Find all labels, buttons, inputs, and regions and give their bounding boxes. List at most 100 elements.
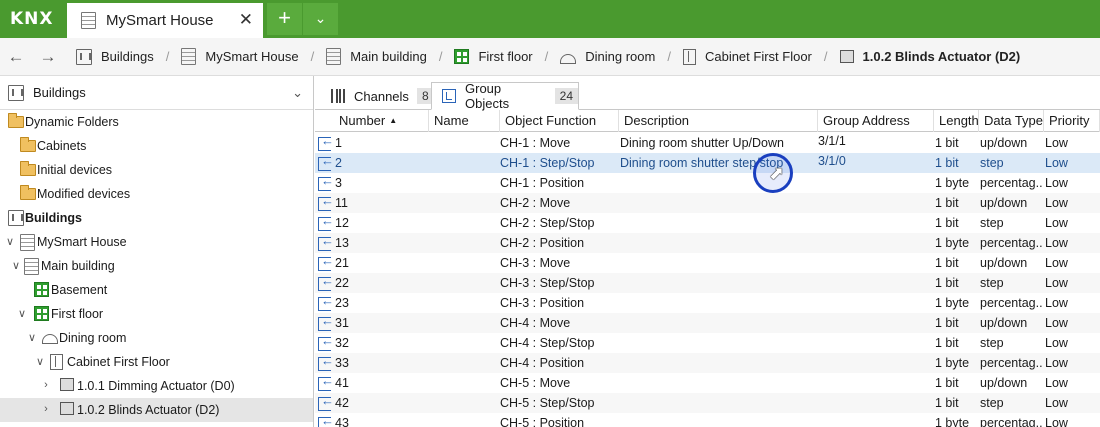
column-header-priority[interactable]: Priority	[1044, 110, 1100, 132]
cell-function: CH-2 : Move	[500, 196, 571, 210]
chevron-down-icon[interactable]: ∨	[34, 355, 46, 368]
mouse-pointer-icon: ⬈	[769, 163, 785, 183]
chevron-down-icon[interactable]: ∨	[16, 307, 28, 320]
close-icon[interactable]: ✕	[239, 10, 253, 30]
cell-description	[620, 353, 810, 373]
title-bar: KNX MySmart House ✕ + ⌄	[0, 0, 1100, 38]
details-panel: Channels 8 Group Objects 24 Number ▲ Name Obje…	[315, 76, 1100, 427]
table-row[interactable]: 43 CH-5 : Position 1 byte percentag...Low	[315, 413, 1100, 427]
tree-item[interactable]: › 1.0.2 Blinds Actuator (D2)	[0, 398, 313, 422]
cell-name	[430, 233, 495, 253]
breadcrumb-item[interactable]: Main building	[326, 48, 427, 65]
breadcrumb-item[interactable]: First floor	[454, 49, 533, 64]
device-icon	[839, 50, 854, 63]
tab-label: Channels	[354, 88, 409, 104]
group-object-icon	[318, 133, 334, 151]
cell-datatype: step	[980, 336, 1004, 350]
floor-icon	[34, 282, 49, 297]
knx-logo: KNX	[10, 9, 54, 29]
column-header-group-address[interactable]: Group Address	[818, 110, 934, 132]
cell-number: 32	[335, 336, 349, 350]
tab-group-objects[interactable]: Group Objects 24	[431, 81, 579, 111]
cell-name	[430, 213, 495, 233]
tree-item-label: MySmart House	[37, 235, 127, 249]
table-row[interactable]: 31 CH-4 : Move 1 bit up/down Low	[315, 313, 1100, 333]
breadcrumb-item[interactable]: 1.0.2 Blinds Actuator (D2)	[839, 49, 1020, 64]
tree-item[interactable]: Basement	[0, 278, 313, 302]
table-row[interactable]: 11 CH-2 : Move 1 bit up/down Low	[315, 193, 1100, 213]
folder-icon	[20, 137, 36, 152]
tree-item[interactable]: Modified devices	[0, 182, 313, 206]
column-header-description[interactable]: Description	[619, 110, 818, 132]
table-row[interactable]: 41 CH-5 : Move 1 bit up/down Low	[315, 373, 1100, 393]
table-row[interactable]: 42 CH-5 : Step/Stop 1 bit step Low	[315, 393, 1100, 413]
cell-priority: Low	[1045, 336, 1068, 350]
tree-item[interactable]: ∨ First floor	[0, 302, 313, 326]
chevron-down-icon[interactable]: ⌄	[292, 85, 303, 101]
column-header-name[interactable]: Name	[429, 110, 500, 132]
cell-address	[818, 211, 928, 231]
chevron-down-icon[interactable]: ⌄	[303, 3, 338, 35]
breadcrumb-item[interactable]: MySmart House	[181, 48, 299, 65]
tree-item[interactable]: ∨ Cabinet First Floor	[0, 350, 313, 374]
column-header-data-type[interactable]: Data Type	[979, 110, 1044, 132]
cell-name	[430, 373, 495, 393]
cell-address	[818, 231, 928, 251]
cell-number: 12	[335, 216, 349, 230]
table-row[interactable]: 32 CH-4 : Step/Stop 1 bit step Low	[315, 333, 1100, 353]
table-row[interactable]: 3 CH-1 : Position 1 byte percentag...Low	[315, 173, 1100, 193]
forward-arrow-icon[interactable]: →	[32, 47, 64, 67]
table-row[interactable]: 12 CH-2 : Step/Stop 1 bit step Low	[315, 213, 1100, 233]
tree-item-label: Main building	[41, 259, 115, 273]
table-row[interactable]: 21 CH-3 : Move 1 bit up/down Low	[315, 253, 1100, 273]
chevron-down-icon[interactable]: ∨	[10, 259, 22, 272]
cell-length: 1 bit	[935, 196, 959, 210]
tree-item[interactable]: › 1.0.1 Dimming Actuator (D0)	[0, 374, 313, 398]
cell-length: 1 bit	[935, 376, 959, 390]
table-row[interactable]: 22 CH-3 : Step/Stop 1 bit step Low	[315, 273, 1100, 293]
table-row[interactable]: 33 CH-4 : Position 1 byte percentag...Low	[315, 353, 1100, 373]
cell-number: 43	[335, 416, 349, 427]
cell-address	[818, 251, 928, 271]
tree-item[interactable]: Cabinets	[0, 134, 313, 158]
tree-item[interactable]: Dynamic Folders	[0, 110, 313, 134]
cell-address	[818, 411, 928, 427]
add-tab-button[interactable]: +	[267, 3, 302, 35]
cell-datatype: up/down	[980, 136, 1028, 150]
cell-number: 42	[335, 396, 349, 410]
chevron-right-icon[interactable]: ›	[40, 403, 52, 415]
breadcrumb-item[interactable]: Dining room	[560, 49, 655, 64]
tree-item-label: Modified devices	[37, 187, 131, 201]
tree-item[interactable]: Initial devices	[0, 158, 313, 182]
tree-item[interactable]: ∨ Dining room	[0, 326, 313, 350]
tree-item[interactable]: Buildings	[0, 206, 313, 230]
chevron-down-icon[interactable]: ∨	[4, 235, 16, 248]
table-row[interactable]: 23 CH-3 : Position 1 byte percentag...Low	[315, 293, 1100, 313]
column-header-length[interactable]: Length	[934, 110, 979, 132]
column-header-number[interactable]: Number ▲	[334, 110, 429, 132]
cell-length: 1 bit	[935, 216, 959, 230]
tree-item-label: Buildings	[25, 211, 82, 225]
back-arrow-icon[interactable]: ←	[0, 47, 32, 67]
chevron-right-icon[interactable]: ›	[40, 379, 52, 391]
chevron-down-icon[interactable]: ∨	[26, 331, 38, 344]
group-object-icon	[318, 193, 334, 211]
panel-view-selector[interactable]: Buildings ⌄	[0, 76, 313, 110]
column-header-label: Description	[624, 113, 690, 128]
column-header-object-function[interactable]: Object Function	[500, 110, 619, 132]
tree-item-label: Cabinets	[37, 139, 87, 153]
cell-address: 3/1/1	[818, 134, 846, 148]
group-object-icon	[318, 153, 334, 171]
table-row[interactable]: 13 CH-2 : Position 1 byte percentag...Low	[315, 233, 1100, 253]
cell-priority: Low	[1045, 276, 1068, 290]
table-row[interactable]: 1 CH-1 : Move Dining room shutter Up/Down 3…	[315, 133, 1100, 153]
tree-item[interactable]: ∨ Main building	[0, 254, 313, 278]
project-tab[interactable]: MySmart House ✕	[67, 3, 263, 38]
tree-item[interactable]: ∨ MySmart House	[0, 230, 313, 254]
breadcrumb-item[interactable]: Buildings	[76, 48, 154, 65]
breadcrumb-item[interactable]: Cabinet First Floor	[682, 48, 812, 65]
cell-priority: Low	[1045, 416, 1068, 427]
table-row[interactable]: 2CH-1 : Step/StopDining room shutter ste…	[315, 153, 1100, 173]
column-header-label: Data Type	[984, 113, 1044, 128]
tab-channels[interactable]: Channels 8	[321, 82, 434, 110]
